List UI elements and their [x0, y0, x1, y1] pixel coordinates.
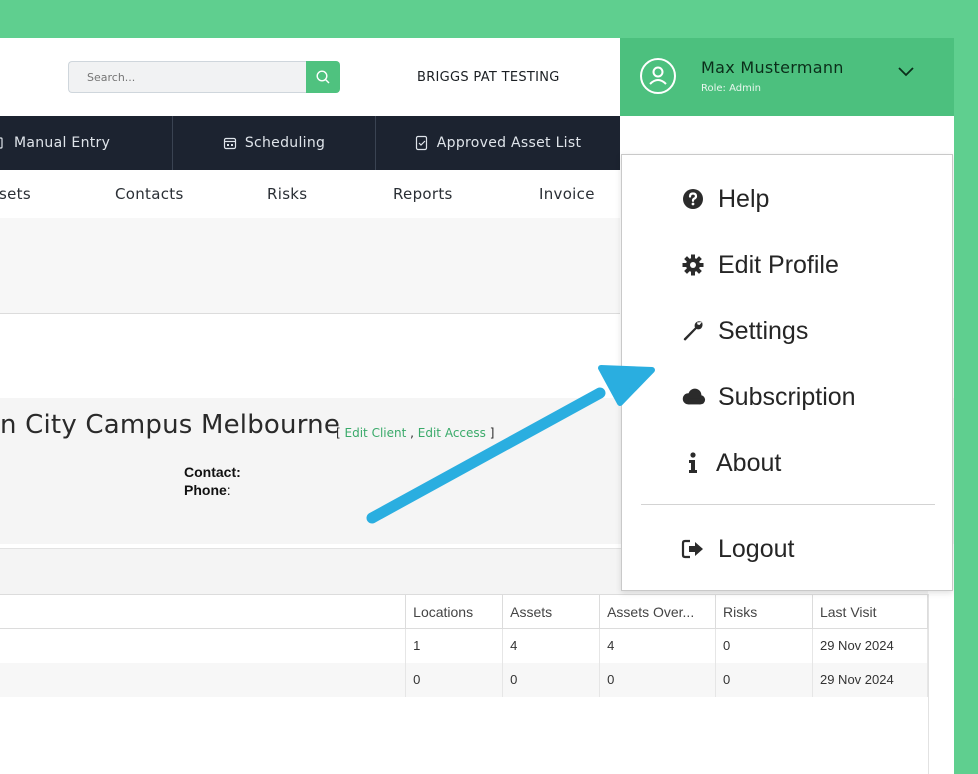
app-window: BRIGGS PAT TESTING Max Mustermann Role: … [0, 38, 954, 774]
arrow-shaft [366, 387, 606, 524]
arrow-head [598, 365, 655, 406]
annotation-arrow [366, 365, 655, 524]
